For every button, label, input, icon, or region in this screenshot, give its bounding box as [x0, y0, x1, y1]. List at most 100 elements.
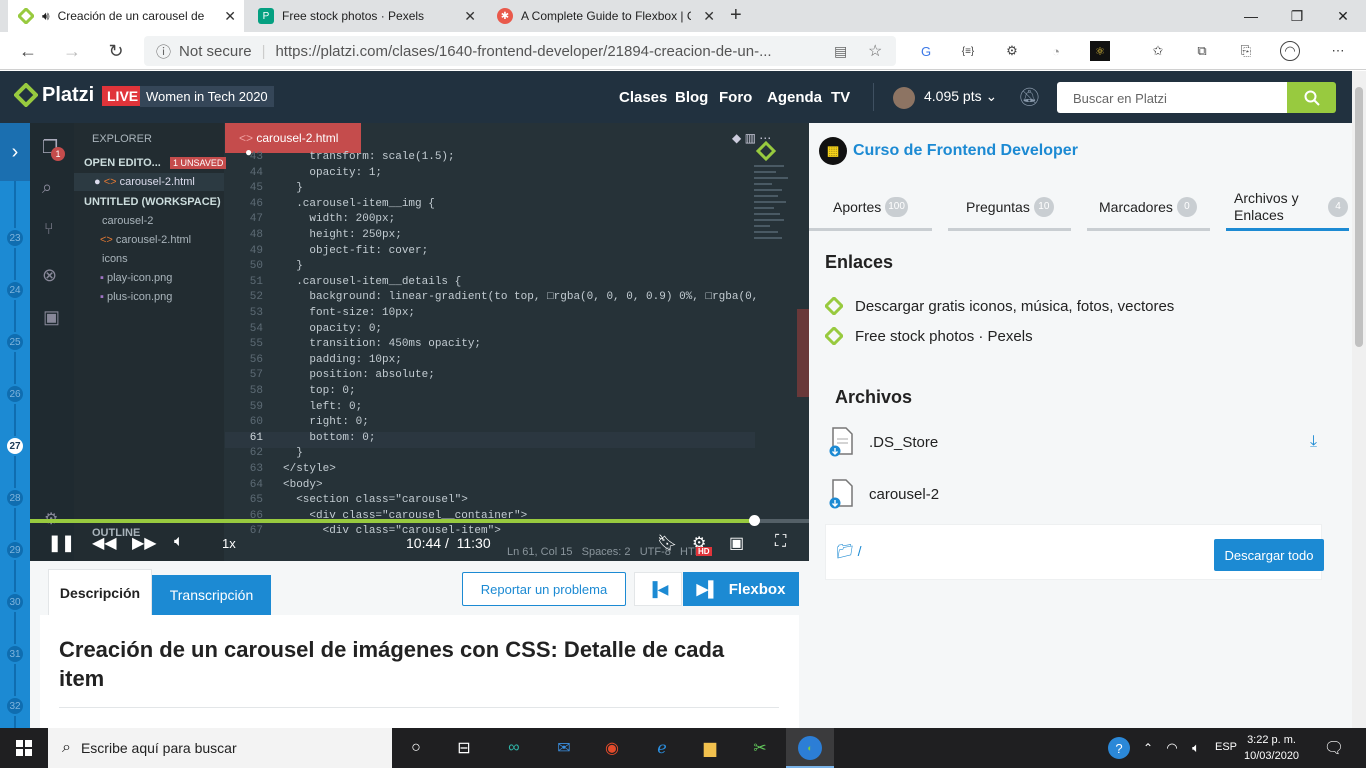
- tab-marcadores[interactable]: Marcadores 0: [1087, 185, 1210, 231]
- timeline-class-current[interactable]: 27: [5, 436, 25, 456]
- react-extension-icon[interactable]: ⚛: [1090, 41, 1110, 61]
- speaker-icon[interactable]: 🔊︎: [42, 9, 50, 24]
- timeline-class[interactable]: 31: [5, 644, 25, 664]
- download-icon[interactable]: ⤓: [1310, 433, 1317, 451]
- fullscreen-icon[interactable]: ⛶: [775, 533, 786, 551]
- forward-arrow-icon[interactable]: →: [54, 32, 90, 70]
- rewind-icon[interactable]: ◀◀: [92, 533, 117, 553]
- tab-transcription[interactable]: Transcripción: [152, 575, 271, 615]
- volume-icon[interactable]: 🔈︎: [174, 533, 184, 551]
- close-window-icon[interactable]: ✕: [1320, 0, 1366, 32]
- folder-path[interactable]: 📁︎ /: [836, 543, 862, 560]
- notifications-off-icon[interactable]: 🔕︎: [1018, 87, 1041, 108]
- tab-description[interactable]: Descripción: [48, 569, 152, 615]
- timeline-class[interactable]: 24: [5, 280, 25, 300]
- search-input[interactable]: Buscar en Platzi: [1057, 82, 1287, 113]
- active-app-button[interactable]: ◐: [786, 728, 834, 768]
- cortana-icon[interactable]: ○: [404, 736, 428, 760]
- translate-extension-icon[interactable]: G: [916, 41, 936, 61]
- help-icon[interactable]: ?: [1108, 737, 1130, 759]
- picture-in-picture-icon[interactable]: ▣: [729, 533, 744, 553]
- nav-clases[interactable]: Clases: [619, 89, 667, 106]
- profile-icon[interactable]: ◠: [1280, 41, 1300, 61]
- expand-sidebar-button[interactable]: ›: [0, 123, 30, 181]
- windows-start-icon[interactable]: [0, 728, 48, 768]
- chrome-icon[interactable]: ◉: [600, 736, 624, 760]
- event-badge[interactable]: Women in Tech 2020: [140, 86, 274, 107]
- resource-link[interactable]: Free stock photos · Pexels: [825, 327, 1033, 345]
- arduino-icon[interactable]: ∞: [502, 736, 526, 760]
- language-indicator[interactable]: ESP: [1215, 741, 1237, 753]
- close-tab-icon[interactable]: ✕: [464, 8, 476, 25]
- refresh-icon[interactable]: ↻: [98, 32, 134, 70]
- mail-icon[interactable]: ✉: [552, 736, 576, 760]
- forward-icon[interactable]: ▶▶: [132, 533, 157, 553]
- timeline-class[interactable]: 29: [5, 540, 25, 560]
- nav-foro[interactable]: Foro: [719, 89, 752, 106]
- platzi-logo[interactable]: Platzi: [14, 83, 94, 107]
- timeline-class[interactable]: 30: [5, 592, 25, 612]
- file-item[interactable]: .DS_Store: [829, 427, 938, 457]
- json-extension-icon[interactable]: {≡}: [958, 41, 978, 61]
- scrollbar-thumb[interactable]: [1355, 87, 1363, 347]
- pause-icon[interactable]: ❚❚: [48, 533, 75, 553]
- nav-agenda[interactable]: Agenda: [767, 89, 822, 106]
- nav-tv[interactable]: TV: [831, 89, 850, 106]
- extension-icon[interactable]: ◔: [1046, 41, 1066, 61]
- browser-tab[interactable]: ✱ A Complete Guide to Flexbox | C ✕: [487, 0, 723, 32]
- tab-preguntas[interactable]: Preguntas 10: [948, 185, 1071, 231]
- reader-mode-icon[interactable]: ▤: [834, 43, 847, 60]
- page-scrollbar[interactable]: [1352, 71, 1366, 728]
- close-tab-icon[interactable]: ✕: [224, 8, 236, 25]
- report-problem-button[interactable]: Reportar un problema: [462, 572, 626, 606]
- bookmark-icon[interactable]: 🔖︎: [657, 533, 677, 553]
- course-link[interactable]: ▦ Curso de Frontend Developer: [819, 137, 1078, 165]
- tab-archivos-enlaces[interactable]: Archivos y Enlaces 4: [1226, 185, 1349, 231]
- browser-tab[interactable]: P Free stock photos · Pexels ✕: [248, 0, 484, 32]
- taskbar-search-input[interactable]: ⌕ Escribe aquí para buscar: [48, 728, 392, 768]
- next-class-button[interactable]: ▶▌ Flexbox: [683, 572, 799, 606]
- timeline-class[interactable]: 25: [5, 332, 25, 352]
- settings-gear-icon[interactable]: ⚙ HD: [692, 533, 712, 556]
- task-view-icon[interactable]: ⊟: [452, 736, 476, 760]
- collections-icon[interactable]: ⧉: [1192, 41, 1212, 61]
- timeline-class[interactable]: 26: [5, 384, 25, 404]
- more-menu-icon[interactable]: ⋯: [1328, 41, 1348, 61]
- restore-icon[interactable]: ❐: [1274, 0, 1320, 32]
- file-item[interactable]: carousel-2: [829, 479, 939, 509]
- previous-class-button[interactable]: ▐◀: [634, 572, 682, 606]
- avatar[interactable]: [893, 87, 915, 109]
- live-badge[interactable]: LIVE: [102, 86, 144, 106]
- tab-aportes[interactable]: Aportes 100: [809, 185, 932, 231]
- snipping-tool-icon[interactable]: ✂: [748, 736, 772, 760]
- share-icon[interactable]: ⎘: [1236, 41, 1256, 61]
- clock[interactable]: 3:22 p. m. 10/03/2020: [1244, 732, 1299, 764]
- download-all-button[interactable]: Descargar todo: [1214, 539, 1324, 571]
- edge-icon[interactable]: ℯ: [650, 736, 674, 760]
- video-player[interactable]: ❐ 1 ⌕ ⑂ ⊗ ▣ ⚙ EXPLORER OPEN EDITO... 1 U…: [30, 123, 809, 561]
- timeline-class[interactable]: 28: [5, 488, 25, 508]
- new-tab-button[interactable]: +: [730, 4, 742, 27]
- file-explorer-icon[interactable]: ▆: [698, 736, 722, 760]
- wifi-icon[interactable]: ◠: [1160, 736, 1184, 760]
- timeline-class[interactable]: 32: [5, 696, 25, 716]
- info-icon[interactable]: ⓘ: [156, 41, 171, 62]
- show-hidden-icons-icon[interactable]: ⌃: [1136, 736, 1160, 760]
- back-arrow-icon[interactable]: ←: [10, 32, 46, 70]
- timeline-class[interactable]: 23: [5, 228, 25, 248]
- minimize-icon[interactable]: —: [1228, 0, 1274, 32]
- gear-extension-icon[interactable]: ⚙: [1002, 41, 1022, 61]
- notifications-icon[interactable]: 🗨︎: [1322, 736, 1346, 760]
- favorites-icon[interactable]: ✩: [1148, 41, 1168, 61]
- resource-link[interactable]: Descargar gratis iconos, música, fotos, …: [825, 297, 1174, 315]
- points-menu[interactable]: 4.095 pts ⌄: [924, 88, 997, 105]
- url-input[interactable]: ⓘ Not secure | https://platzi.com/clases…: [144, 36, 896, 66]
- favorite-star-icon[interactable]: ☆: [868, 41, 882, 61]
- close-tab-icon[interactable]: ✕: [703, 8, 715, 25]
- line-number: 52: [249, 291, 263, 304]
- playback-speed[interactable]: 1x: [222, 536, 236, 551]
- nav-blog[interactable]: Blog: [675, 89, 708, 106]
- search-button[interactable]: [1287, 82, 1336, 113]
- volume-icon[interactable]: 🔈︎: [1184, 736, 1208, 760]
- browser-tab-active[interactable]: 🔊︎ Creación de un carousel de ✕: [8, 0, 244, 32]
